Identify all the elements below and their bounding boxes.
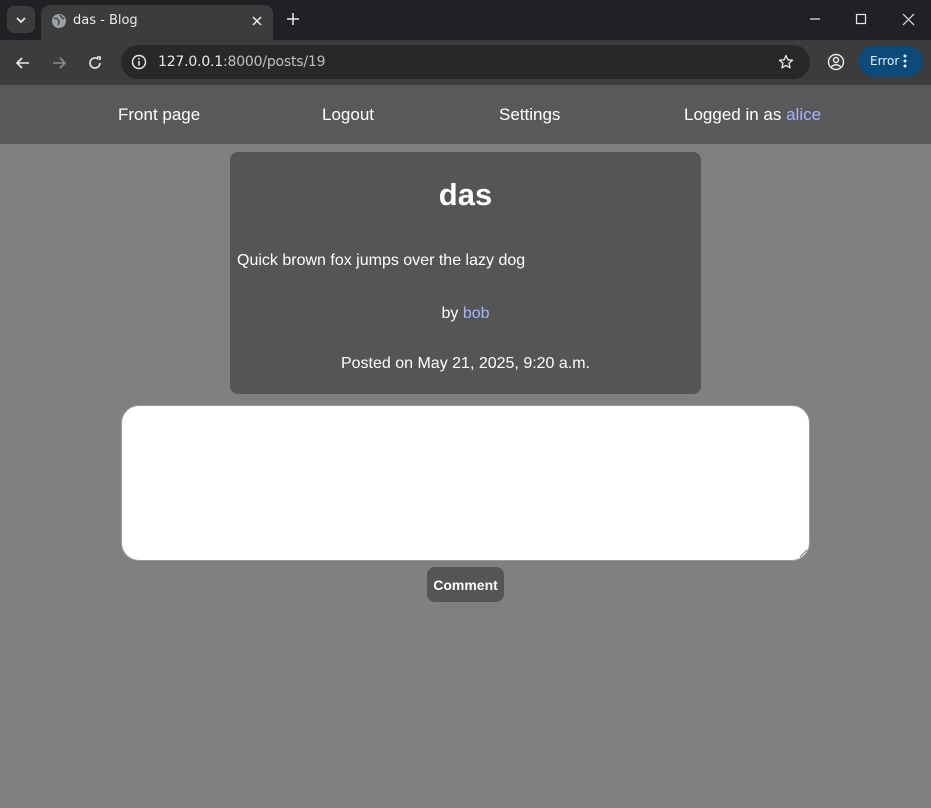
post-title: das [438,177,493,212]
new-tab-button[interactable] [282,8,304,30]
star-icon [778,54,794,69]
post-author-prefix: by [441,305,463,322]
nav-front-page-link[interactable]: Front page [118,105,200,125]
logged-in-status: Logged in as alice [684,105,821,125]
post-body: Quick brown fox jumps over the lazy dog [237,252,526,269]
error-label: Error [870,54,900,68]
current-user-link[interactable]: alice [786,105,821,124]
url-text: 127.0.0.1:8000/posts/19 [158,54,326,70]
close-icon [252,16,262,26]
minimize-icon [810,18,820,20]
site-navbar: Front page Logout Settings Logged in as … [0,85,931,144]
more-vert-icon [903,54,907,68]
reload-button[interactable] [83,51,107,75]
url-host: 127.0.0.1 [158,54,223,70]
post-author-link[interactable]: bob [463,305,490,322]
plus-icon [287,13,299,25]
tab-title: das - Blog [73,13,138,28]
profile-button[interactable] [824,50,848,74]
close-icon [902,13,914,25]
reload-icon [89,56,101,69]
logged-in-prefix: Logged in as [684,105,787,124]
arrow-right-icon [53,57,67,69]
url-path: :8000/posts/19 [223,54,326,70]
resize-handle-icon[interactable] [798,548,808,558]
error-menu-button[interactable]: Error [859,46,923,77]
maximize-button[interactable] [849,8,873,30]
globe-icon [52,14,66,28]
info-icon [131,54,147,70]
maximize-icon [855,13,867,25]
comment-button[interactable]: Comment [427,567,504,602]
tab-search-button[interactable] [7,6,35,33]
browser-tab[interactable]: das - Blog [41,5,273,40]
chevron-down-icon [16,16,26,23]
bookmark-button[interactable] [776,52,796,72]
forward-button[interactable] [47,51,71,75]
site-info-button[interactable] [130,53,148,71]
post-author-line: by bob [230,305,701,323]
address-bar[interactable]: 127.0.0.1:8000/posts/19 [121,45,810,79]
post-date: Posted on May 21, 2025, 9:20 a.m. [340,355,591,372]
comment-textarea[interactable] [121,405,810,561]
nav-logout-link[interactable]: Logout [322,105,374,125]
nav-settings-link[interactable]: Settings [499,105,560,125]
arrow-left-icon [15,57,29,69]
back-button[interactable] [11,51,35,75]
close-window-button[interactable] [896,8,920,30]
tab-close-button[interactable] [248,12,266,30]
browser-toolbar: 127.0.0.1:8000/posts/19 Error [0,40,931,85]
browser-titlebar: das - Blog [0,0,931,40]
minimize-button[interactable] [803,8,827,30]
account-icon [827,53,845,71]
post-card: das Quick brown fox jumps over the lazy … [230,152,701,394]
